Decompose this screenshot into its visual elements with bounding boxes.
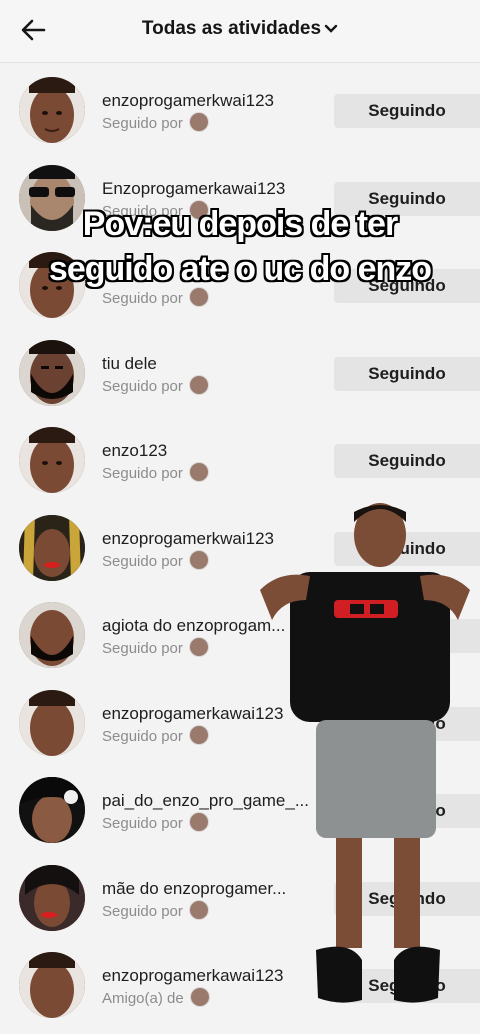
avatar[interactable] [19, 427, 85, 493]
avatar[interactable] [19, 689, 85, 756]
mutual-avatar-icon [188, 374, 209, 395]
video-caption-line-2: seguido ate o uc do enzo [48, 250, 432, 288]
list-item[interactable]: tiu dele Seguido por Seguindo [0, 329, 480, 417]
following-button[interactable]: Seguindo [334, 444, 480, 478]
followed-by-text: Seguido por [102, 112, 209, 134]
mutual-avatar-icon [188, 112, 209, 132]
list-item[interactable]: enzoprogamerkwai123 Seguido por Seguindo [0, 66, 480, 154]
avatar[interactable] [19, 864, 85, 931]
avatar[interactable] [19, 514, 85, 581]
followed-by-text: Seguido por [102, 899, 209, 922]
avatar[interactable] [19, 77, 85, 143]
top-bar: Todas as atividades [0, 0, 480, 63]
mutual-avatar-icon [188, 287, 209, 307]
mutual-avatar-icon [188, 549, 209, 570]
following-button[interactable]: Seguindo [334, 94, 480, 128]
mutual-avatar-icon [188, 724, 209, 745]
username: tiu dele [102, 353, 157, 373]
followed-by-text: Seguido por [102, 374, 209, 397]
avatar[interactable] [19, 339, 85, 406]
chevron-down-icon [324, 24, 338, 33]
mutual-avatar-icon [188, 637, 209, 657]
followed-by-text: Seguido por [102, 724, 209, 747]
username: Enzoprogamerkawai123 [102, 178, 286, 198]
followed-by-text: Seguido por [102, 287, 209, 309]
video-caption-line-1: Pov:eu depois de ter [82, 205, 398, 243]
username: enzoprogamerkwai123 [102, 528, 274, 548]
mutual-avatar-icon [188, 462, 209, 482]
following-button[interactable]: Seguindo [334, 356, 480, 391]
followed-by-text: Seguido por [102, 812, 209, 834]
followed-by-text: Seguido por [102, 637, 209, 659]
followed-by-text: Seguido por [102, 549, 209, 572]
dancing-person-sticker [260, 503, 470, 1003]
mutual-avatar-icon [188, 899, 209, 920]
page-title: Todas as atividades [141, 18, 322, 39]
followed-by-text: Seguido por [102, 462, 209, 484]
avatar[interactable] [19, 777, 85, 843]
list-item[interactable]: enzo123 Seguido por Seguindo [0, 416, 480, 504]
activity-filter-dropdown[interactable]: Todas as atividades [0, 18, 480, 40]
mutual-avatar-icon [189, 987, 210, 1007]
username: enzo123 [102, 441, 168, 460]
username: enzoprogamerkwai123 [102, 91, 274, 110]
avatar[interactable] [19, 602, 85, 668]
friend-of-text: Amigo(a) de [102, 987, 210, 1009]
mutual-avatar-icon [188, 812, 209, 832]
avatar[interactable] [19, 952, 85, 1018]
